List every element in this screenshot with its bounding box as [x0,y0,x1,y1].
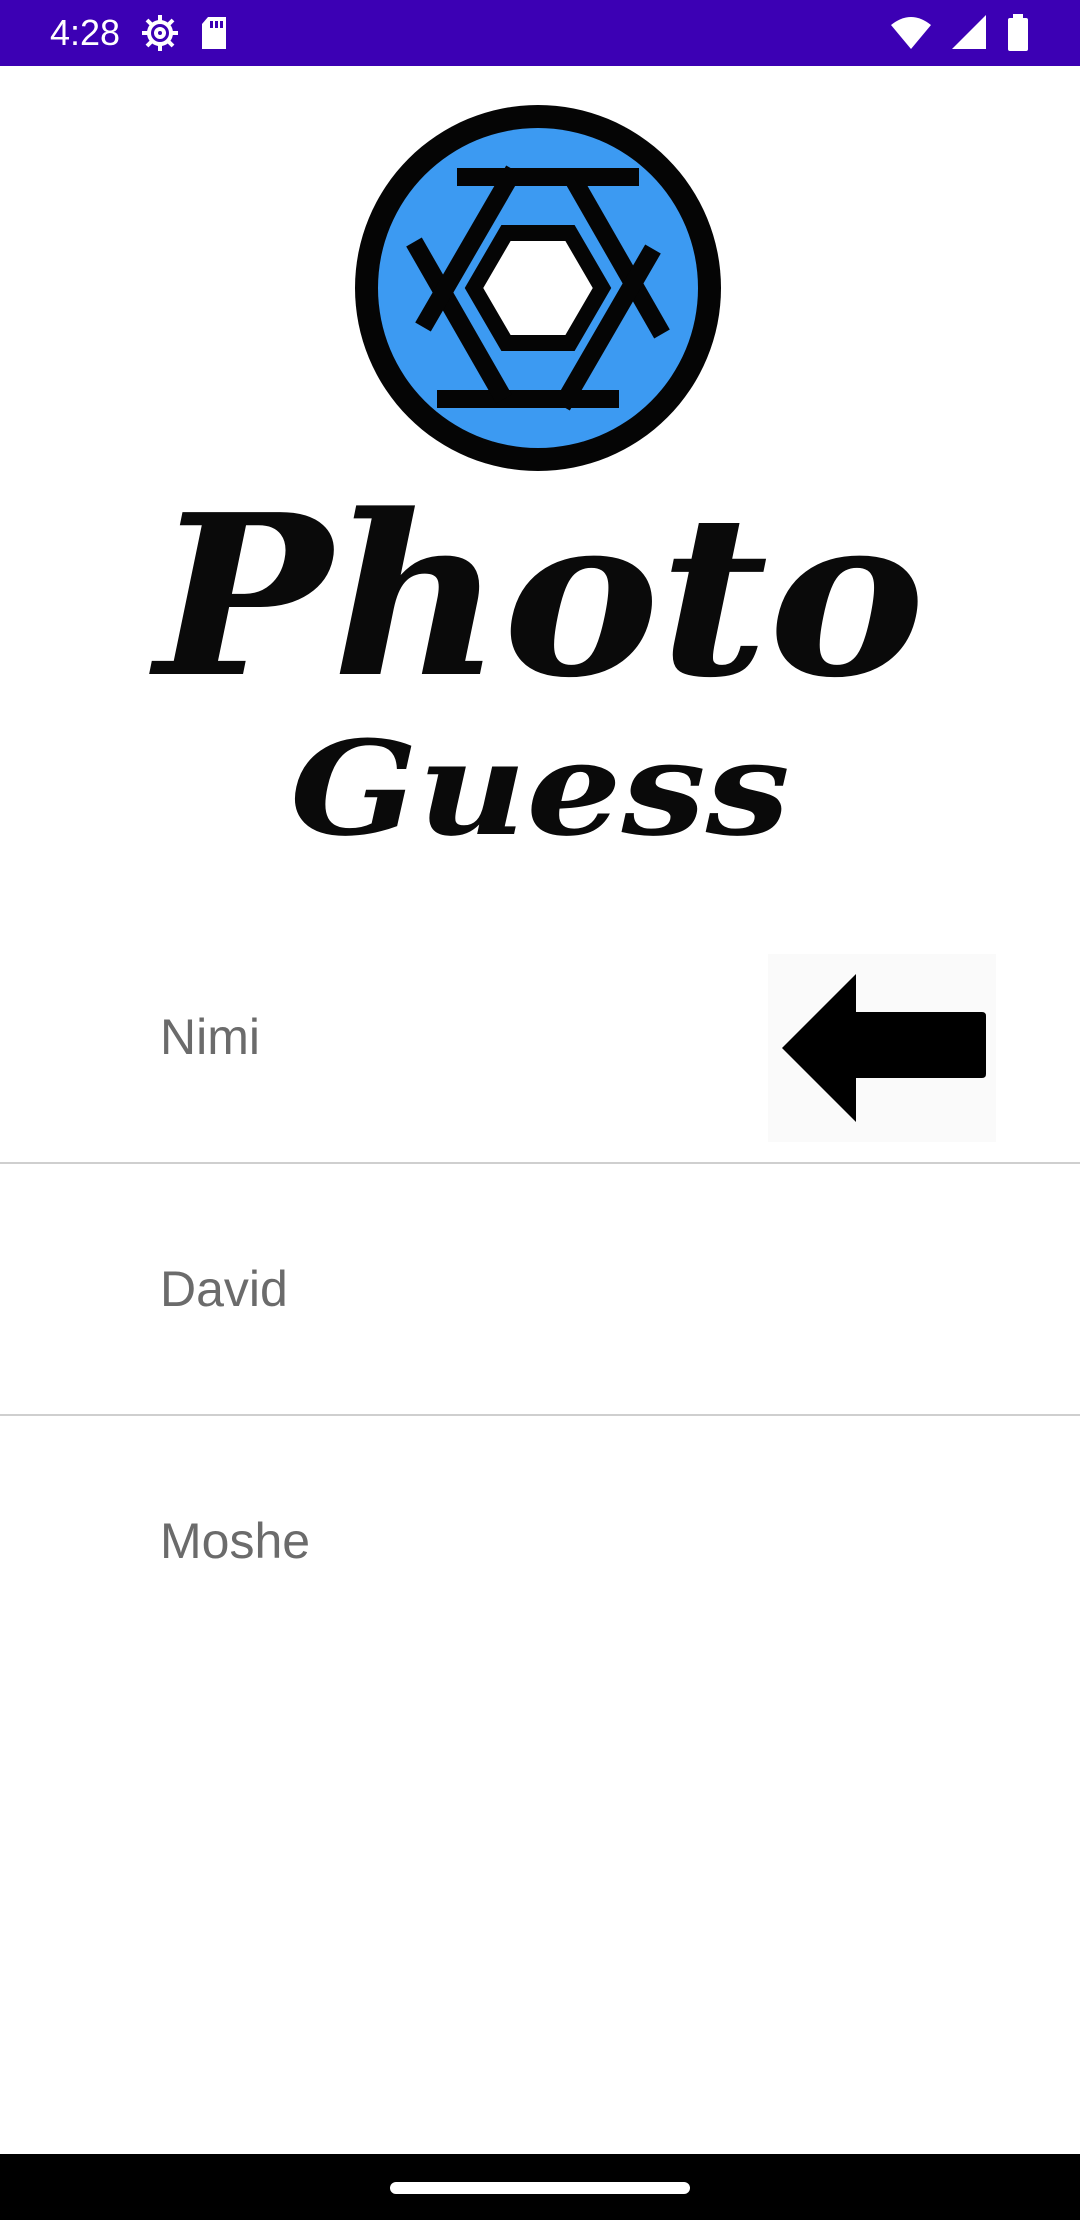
signal-icon [950,13,988,53]
list-item[interactable]: Nimi [0,912,1080,1164]
gesture-handle[interactable] [390,2182,690,2194]
status-time: 4:28 [50,12,121,53]
player-list: Nimi David Moshe [0,912,1080,1668]
battery-icon [1006,13,1030,53]
navigation-bar [0,2154,1080,2220]
wifi-icon [890,13,932,53]
camera-aperture-icon [0,66,1080,486]
status-bar: 4:28 [0,0,1080,66]
arrow-left-icon [768,954,996,1142]
player-name: David [160,1261,288,1317]
list-item[interactable]: Moshe [0,1416,1080,1668]
sd-card-icon [198,13,230,53]
list-item[interactable]: David [0,1164,1080,1416]
player-name: Nimi [160,1009,260,1065]
player-name: Moshe [160,1513,311,1569]
settings-icon [140,13,180,53]
logo-title-photo: Photo [154,467,926,727]
app-logo: Photo Guess [0,66,1080,912]
logo-title-guess: Guess [290,712,790,865]
